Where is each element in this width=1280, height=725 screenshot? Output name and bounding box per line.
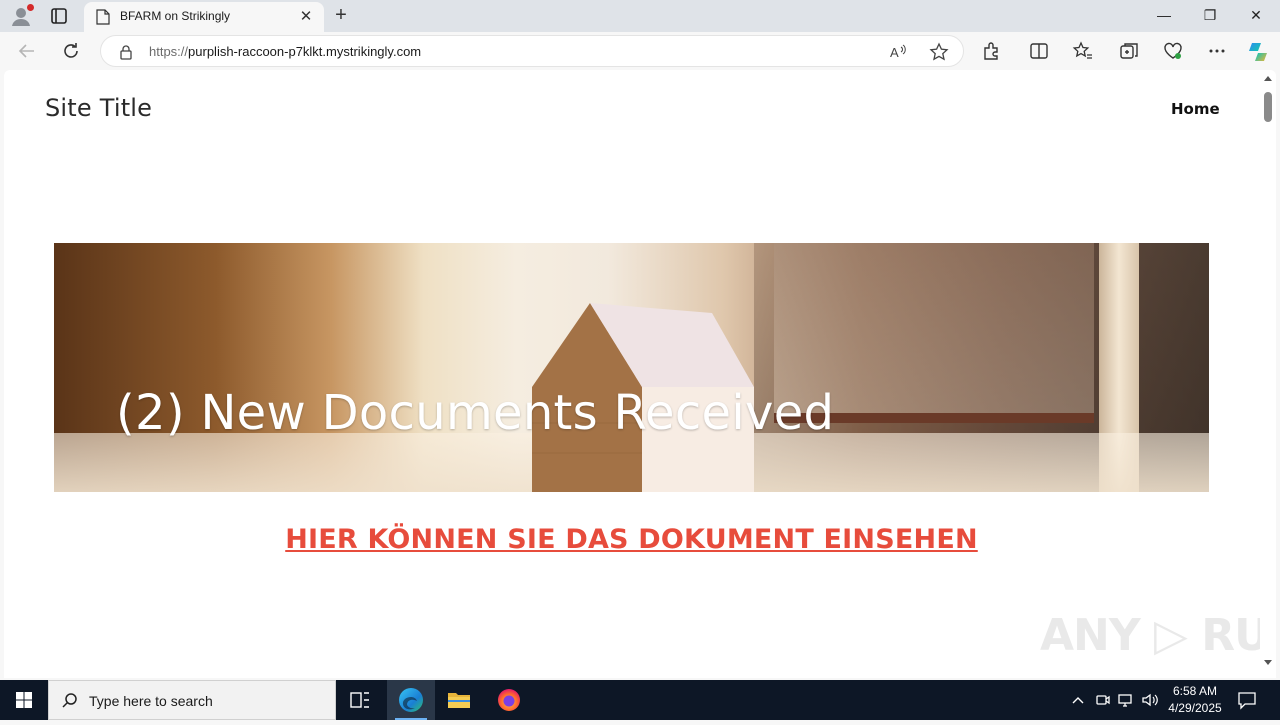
file-explorer-icon[interactable]: [435, 680, 483, 720]
hero-headline: (2) New Documents Received: [116, 385, 835, 441]
close-window-button[interactable]: ✕: [1236, 4, 1276, 26]
view-document-link[interactable]: HIER KÖNNEN SIE DAS DOKUMENT EINSEHEN: [285, 524, 978, 555]
firefox-icon[interactable]: [485, 680, 533, 720]
copilot-icon[interactable]: [1246, 40, 1268, 62]
taskbar-search-box[interactable]: Type here to search: [48, 680, 336, 720]
minimize-button[interactable]: —: [1144, 4, 1184, 26]
tab-title: BFARM on Strikingly: [120, 9, 231, 23]
favorites-icon[interactable]: [1072, 40, 1094, 62]
site-title[interactable]: Site Title: [45, 94, 152, 122]
url-scheme: https://: [149, 44, 189, 59]
refresh-icon[interactable]: [60, 40, 82, 62]
search-placeholder: Type here to search: [89, 693, 213, 709]
favorite-star-icon[interactable]: [929, 42, 949, 62]
system-clock[interactable]: 6:58 AM 4/29/2025: [1160, 683, 1230, 717]
windows-start-icon[interactable]: [0, 680, 48, 720]
browser-essentials-icon[interactable]: [1162, 40, 1184, 62]
scroll-thumb[interactable]: [1264, 92, 1272, 122]
nav-home-link[interactable]: Home: [1171, 100, 1220, 118]
edge-browser-icon[interactable]: [387, 680, 435, 720]
tab-close-button[interactable]: ✕: [298, 9, 314, 25]
browser-tab-strip: BFARM on Strikingly ✕ + — ❐ ✕: [0, 0, 1280, 32]
notifications-icon[interactable]: [1236, 690, 1258, 710]
windows-taskbar: Type here to search 6:58 AM 4/29/2025: [0, 680, 1280, 720]
network-icon[interactable]: [1116, 690, 1136, 710]
tab-actions-icon[interactable]: [48, 6, 70, 26]
hero-banner-image: (2) New Documents Received: [54, 243, 1209, 492]
clock-time: 6:58 AM: [1172, 684, 1218, 698]
vertical-scrollbar[interactable]: [1260, 70, 1276, 678]
task-view-icon[interactable]: [336, 680, 384, 720]
url-domain: purplish-raccoon-p7klkt.mystrikingly.com: [188, 44, 422, 59]
collections-icon[interactable]: [1118, 40, 1140, 62]
page-icon: [96, 9, 110, 25]
page-viewport: Site Title Home (2) New Documents Receiv…: [4, 70, 1276, 678]
svg-text:A: A: [890, 45, 899, 60]
new-tab-button[interactable]: +: [330, 4, 352, 26]
show-hidden-icons-chevron-icon[interactable]: [1068, 690, 1088, 710]
scroll-up-arrow-icon[interactable]: [1264, 76, 1272, 81]
read-aloud-icon[interactable]: A: [889, 42, 909, 62]
browser-toolbar: https://purplish-raccoon-p7klkt.mystriki…: [0, 32, 1280, 70]
address-bar[interactable]: https://purplish-raccoon-p7klkt.mystriki…: [100, 35, 964, 67]
search-icon: [61, 692, 79, 710]
extensions-icon[interactable]: [980, 40, 1002, 62]
back-arrow-icon[interactable]: [16, 40, 38, 62]
browser-tab[interactable]: BFARM on Strikingly ✕: [84, 2, 324, 32]
lock-icon[interactable]: [119, 44, 133, 60]
volume-icon[interactable]: [1140, 690, 1160, 710]
anyrun-watermark: ANY ▷ RUN: [1040, 610, 1276, 661]
clock-date: 4/29/2025: [1168, 701, 1222, 715]
cta-container: HIER KÖNNEN SIE DAS DOKUMENT EINSEHEN: [4, 524, 1259, 555]
more-options-icon[interactable]: [1206, 40, 1228, 62]
url-text[interactable]: https://purplish-raccoon-p7klkt.mystriki…: [149, 44, 421, 59]
scroll-down-arrow-icon[interactable]: [1264, 660, 1272, 665]
notification-dot: [27, 4, 34, 11]
restore-button[interactable]: ❐: [1190, 4, 1230, 26]
meet-now-icon[interactable]: [1093, 690, 1113, 710]
split-screen-icon[interactable]: [1028, 40, 1050, 62]
